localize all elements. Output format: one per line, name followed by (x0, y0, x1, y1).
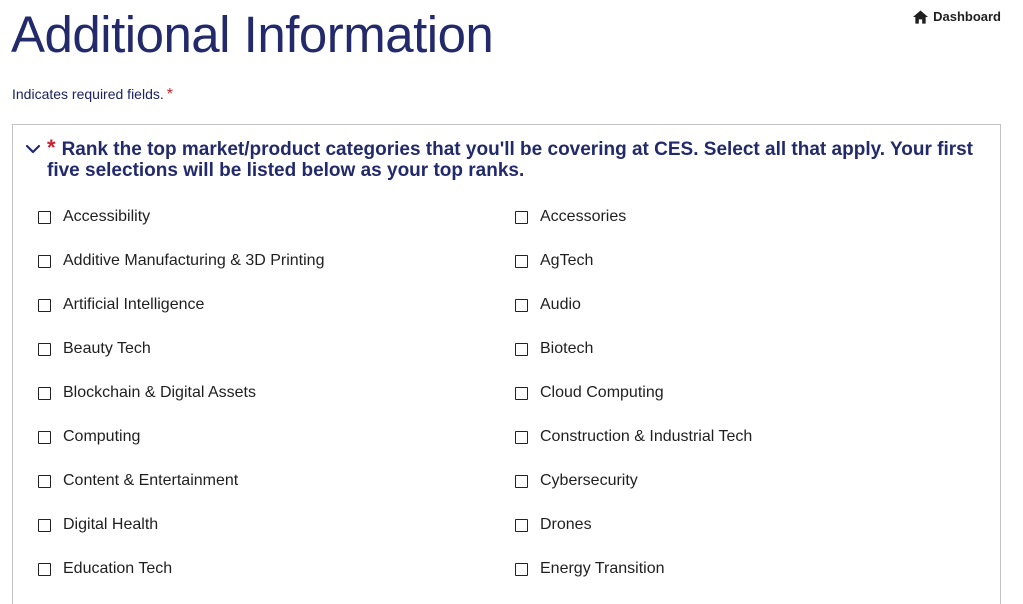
option-label: Education Tech (63, 560, 173, 577)
option-label: Content & Entertainment (63, 472, 239, 489)
checkbox[interactable] (515, 518, 528, 532)
option-label: Energy Transition (540, 560, 665, 577)
home-icon (913, 9, 929, 24)
category-option[interactable]: Construction & Industrial Tech (515, 426, 992, 448)
option-label: Accessibility (63, 208, 151, 225)
options-grid: Accessibility Accessories Additive Manufac… (38, 206, 998, 602)
category-option[interactable]: Accessories (515, 206, 992, 228)
required-note: Indicates required fields. * (12, 86, 173, 104)
category-option[interactable]: AgTech (515, 250, 992, 272)
option-label: Audio (540, 296, 581, 313)
option-label: Blockchain & Digital Assets (63, 384, 256, 401)
checkbox[interactable] (38, 210, 51, 224)
category-option[interactable]: Audio (515, 294, 992, 316)
checkbox[interactable] (38, 298, 51, 312)
checkbox[interactable] (515, 386, 528, 400)
dashboard-link[interactable]: Dashboard (913, 9, 1001, 24)
option-label: Drones (540, 516, 592, 533)
category-option[interactable]: Blockchain & Digital Assets (38, 382, 515, 404)
question-required-star: * (47, 135, 56, 160)
category-option[interactable]: Biotech (515, 338, 992, 360)
option-label: Computing (63, 428, 141, 445)
checkbox[interactable] (515, 430, 528, 444)
page-title: Additional Information (11, 6, 494, 63)
category-option[interactable]: Cloud Computing (515, 382, 992, 404)
question-header: * Rank the top market/product categories … (25, 137, 985, 181)
category-option[interactable]: Accessibility (38, 206, 515, 228)
required-note-text: Indicates required fields. (12, 86, 164, 102)
checkbox[interactable] (515, 562, 528, 576)
option-label: Artificial Intelligence (63, 296, 205, 313)
option-label: Cybersecurity (540, 472, 638, 489)
required-star: * (166, 86, 173, 103)
category-option[interactable]: Beauty Tech (38, 338, 515, 360)
checkbox[interactable] (38, 474, 51, 488)
checkbox[interactable] (38, 430, 51, 444)
dashboard-label: Dashboard (933, 9, 1001, 24)
checkbox[interactable] (38, 254, 51, 268)
checkbox[interactable] (38, 342, 51, 356)
checkbox[interactable] (515, 254, 528, 268)
category-option[interactable]: Additive Manufacturing & 3D Printing (38, 250, 515, 272)
category-option[interactable]: Energy Transition (515, 558, 992, 580)
question-text: Rank the top market/product categories t… (47, 139, 974, 181)
option-label: Beauty Tech (63, 340, 151, 357)
category-option[interactable]: Drones (515, 514, 992, 536)
checkbox[interactable] (515, 474, 528, 488)
question-panel: * Rank the top market/product categories … (12, 124, 1001, 604)
category-option[interactable]: Content & Entertainment (38, 470, 515, 492)
option-label: Digital Health (63, 516, 159, 533)
option-label: Additive Manufacturing & 3D Printing (63, 252, 325, 269)
checkbox[interactable] (38, 518, 51, 532)
option-label: Construction & Industrial Tech (540, 428, 753, 445)
checkbox[interactable] (515, 210, 528, 224)
option-label: AgTech (540, 252, 594, 269)
category-option[interactable]: Education Tech (38, 558, 515, 580)
chevron-down-icon[interactable] (25, 143, 41, 155)
checkbox[interactable] (38, 562, 51, 576)
checkbox[interactable] (515, 298, 528, 312)
category-option[interactable]: Cybersecurity (515, 470, 992, 492)
option-label: Accessories (540, 208, 627, 225)
checkbox[interactable] (515, 342, 528, 356)
category-option[interactable]: Digital Health (38, 514, 515, 536)
checkbox[interactable] (38, 386, 51, 400)
option-label: Biotech (540, 340, 594, 357)
option-label: Cloud Computing (540, 384, 664, 401)
category-option[interactable]: Artificial Intelligence (38, 294, 515, 316)
category-option[interactable]: Computing (38, 426, 515, 448)
